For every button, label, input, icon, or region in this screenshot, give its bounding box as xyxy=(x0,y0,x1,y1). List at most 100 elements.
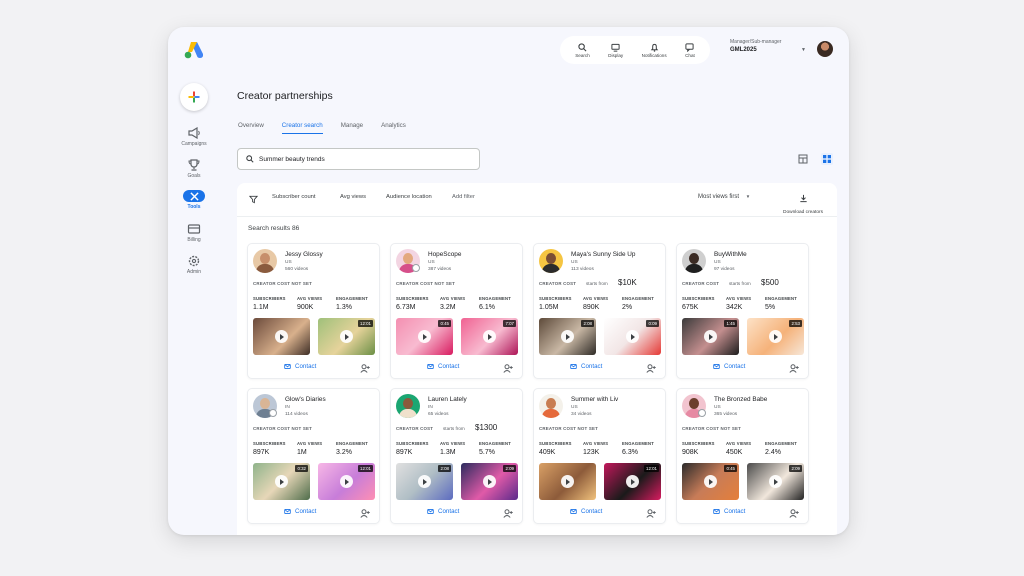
creator-name[interactable]: Maya's Sunny Side Up xyxy=(571,251,635,258)
creator-card[interactable]: Jessy Glossy US 560 videos CREATOR COST NOT… xyxy=(247,243,380,379)
creator-name[interactable]: The Bronzed Babe xyxy=(714,396,767,403)
sidebar-item-billing[interactable]: Billing xyxy=(172,223,216,243)
table-view-toggle[interactable] xyxy=(797,153,809,165)
creator-cost-value: $500 xyxy=(761,278,779,287)
contact-button[interactable]: Contact xyxy=(284,363,316,370)
download-label: Download creators xyxy=(783,210,823,215)
creator-name[interactable]: Glow's Diaries xyxy=(285,396,326,403)
creator-card[interactable]: Glow's Diaries IN 114 videos CREATOR COST N… xyxy=(247,388,380,524)
creator-avatar[interactable] xyxy=(253,249,277,273)
search-action[interactable]: Search xyxy=(575,42,590,58)
video-thumbnail[interactable]: 0:32 xyxy=(253,463,310,500)
download-creators-button[interactable]: Download creators xyxy=(774,190,832,215)
display-action[interactable]: Display xyxy=(608,43,623,58)
account-switcher[interactable]: Manager/Sub-manager GML2025 ▼ xyxy=(730,39,810,63)
creator-avatar[interactable] xyxy=(396,394,420,418)
filter-icon[interactable] xyxy=(249,195,258,204)
video-thumbnail[interactable]: 2:09 xyxy=(747,463,804,500)
video-thumbnail[interactable]: 0:45 xyxy=(396,318,453,355)
google-ads-logo[interactable] xyxy=(184,41,204,59)
creator-name[interactable]: Lauren Lately xyxy=(428,396,467,403)
create-button[interactable] xyxy=(180,83,208,111)
play-icon xyxy=(704,330,717,343)
contact-label: Contact xyxy=(724,363,746,370)
video-thumbnail[interactable]: 0:09 xyxy=(604,318,661,355)
results-panel: Subscriber count Avg views Audience loca… xyxy=(237,183,837,535)
add-filter-button[interactable]: Add filter xyxy=(452,194,475,200)
creator-name[interactable]: Summer with Liv xyxy=(571,396,618,403)
add-person-icon[interactable] xyxy=(503,509,513,518)
creator-card[interactable]: The Bronzed Babe US 365 videos CREATOR COST… xyxy=(676,388,809,524)
search-input[interactable] xyxy=(259,155,459,163)
creator-video-count: 387 videos xyxy=(428,267,452,272)
engagement-label: ENGAGEMENT xyxy=(765,441,798,446)
action-label: Display xyxy=(608,52,624,58)
video-thumbnail[interactable]: 12:01 xyxy=(318,318,375,355)
sidebar-item-goals[interactable]: Goals xyxy=(172,159,216,179)
grid-view-toggle[interactable] xyxy=(821,153,833,165)
video-thumbnail[interactable]: 12:01 xyxy=(604,463,661,500)
tab-manage[interactable]: Manage xyxy=(341,122,363,134)
filter-chip-avg-views[interactable]: Avg views xyxy=(340,194,366,200)
chat-action[interactable]: Chat xyxy=(685,42,695,58)
user-avatar[interactable] xyxy=(817,41,833,57)
add-person-icon[interactable] xyxy=(503,364,513,373)
filter-bar: Subscriber count Avg views Audience loca… xyxy=(237,183,837,217)
video-thumbnail[interactable]: 7:07 xyxy=(461,318,518,355)
creator-avatar[interactable] xyxy=(539,394,563,418)
play-icon xyxy=(483,475,496,488)
contact-button[interactable]: Contact xyxy=(570,508,602,515)
sidebar-item-label: Goals xyxy=(187,173,201,179)
add-person-icon[interactable] xyxy=(646,364,656,373)
creator-card[interactable]: HopeScope US 387 videos CREATOR COST NOT SE… xyxy=(390,243,523,379)
creator-country: US xyxy=(428,260,435,265)
creator-video-count: 560 videos xyxy=(285,267,309,272)
creator-card[interactable]: Summer with Liv US 34 videos CREATOR COST N… xyxy=(533,388,666,524)
video-thumbnail[interactable]: 2:08 xyxy=(396,463,453,500)
creator-search-box[interactable] xyxy=(237,148,480,170)
creator-country: US xyxy=(571,405,578,410)
creator-name[interactable]: HopeScope xyxy=(428,251,461,258)
sidebar-item-campaigns[interactable]: Campaigns xyxy=(172,127,216,147)
video-thumbnail[interactable] xyxy=(539,463,596,500)
tab-analytics[interactable]: Analytics xyxy=(381,122,406,134)
creator-card[interactable]: Maya's Sunny Side Up US 113 videos CREATOR … xyxy=(533,243,666,379)
creator-name[interactable]: BuyWithMe xyxy=(714,251,747,258)
video-thumbnail[interactable]: 2:53 xyxy=(747,318,804,355)
notifications-action[interactable]: Notifications xyxy=(642,43,667,58)
creator-card[interactable]: BuyWithMe US 97 videos CREATOR COST starts f… xyxy=(676,243,809,379)
contact-button[interactable]: Contact xyxy=(284,508,316,515)
creator-avatar[interactable] xyxy=(682,249,706,273)
display-icon xyxy=(611,43,620,52)
video-thumbnail[interactable] xyxy=(253,318,310,355)
tab-overview[interactable]: Overview xyxy=(238,122,264,134)
plus-icon xyxy=(188,91,200,103)
contact-button[interactable]: Contact xyxy=(427,363,459,370)
video-thumbnail[interactable]: 0:45 xyxy=(682,463,739,500)
video-duration: 0:45 xyxy=(438,320,451,327)
sidebar-item-tools[interactable]: Tools xyxy=(172,190,216,210)
video-thumbnail[interactable]: 1:45 xyxy=(682,318,739,355)
video-thumbnail[interactable]: 2:09 xyxy=(461,463,518,500)
add-person-icon[interactable] xyxy=(789,509,799,518)
sort-dropdown[interactable]: Most views first ▼ xyxy=(698,194,750,200)
add-person-icon[interactable] xyxy=(646,509,656,518)
contact-button[interactable]: Contact xyxy=(570,363,602,370)
filter-chip-subscriber-count[interactable]: Subscriber count xyxy=(272,194,316,200)
tab-creator-search[interactable]: Creator search xyxy=(281,122,323,134)
creator-card[interactable]: Lauren Lately IN 65 videos CREATOR COST star… xyxy=(390,388,523,524)
contact-button[interactable]: Contact xyxy=(713,363,745,370)
add-person-icon[interactable] xyxy=(360,364,370,373)
creator-cost-status: CREATOR COST NOT SET xyxy=(396,281,455,286)
creator-name[interactable]: Jessy Glossy xyxy=(285,251,323,258)
sidebar-item-admin[interactable]: Admin xyxy=(172,255,216,275)
contact-button[interactable]: Contact xyxy=(713,508,745,515)
play-icon xyxy=(418,475,431,488)
add-person-icon[interactable] xyxy=(789,364,799,373)
creator-avatar[interactable] xyxy=(539,249,563,273)
video-thumbnail[interactable]: 2:08 xyxy=(539,318,596,355)
add-person-icon[interactable] xyxy=(360,509,370,518)
video-thumbnail[interactable]: 12:01 xyxy=(318,463,375,500)
contact-button[interactable]: Contact xyxy=(427,508,459,515)
filter-chip-audience-location[interactable]: Audience location xyxy=(386,194,432,200)
